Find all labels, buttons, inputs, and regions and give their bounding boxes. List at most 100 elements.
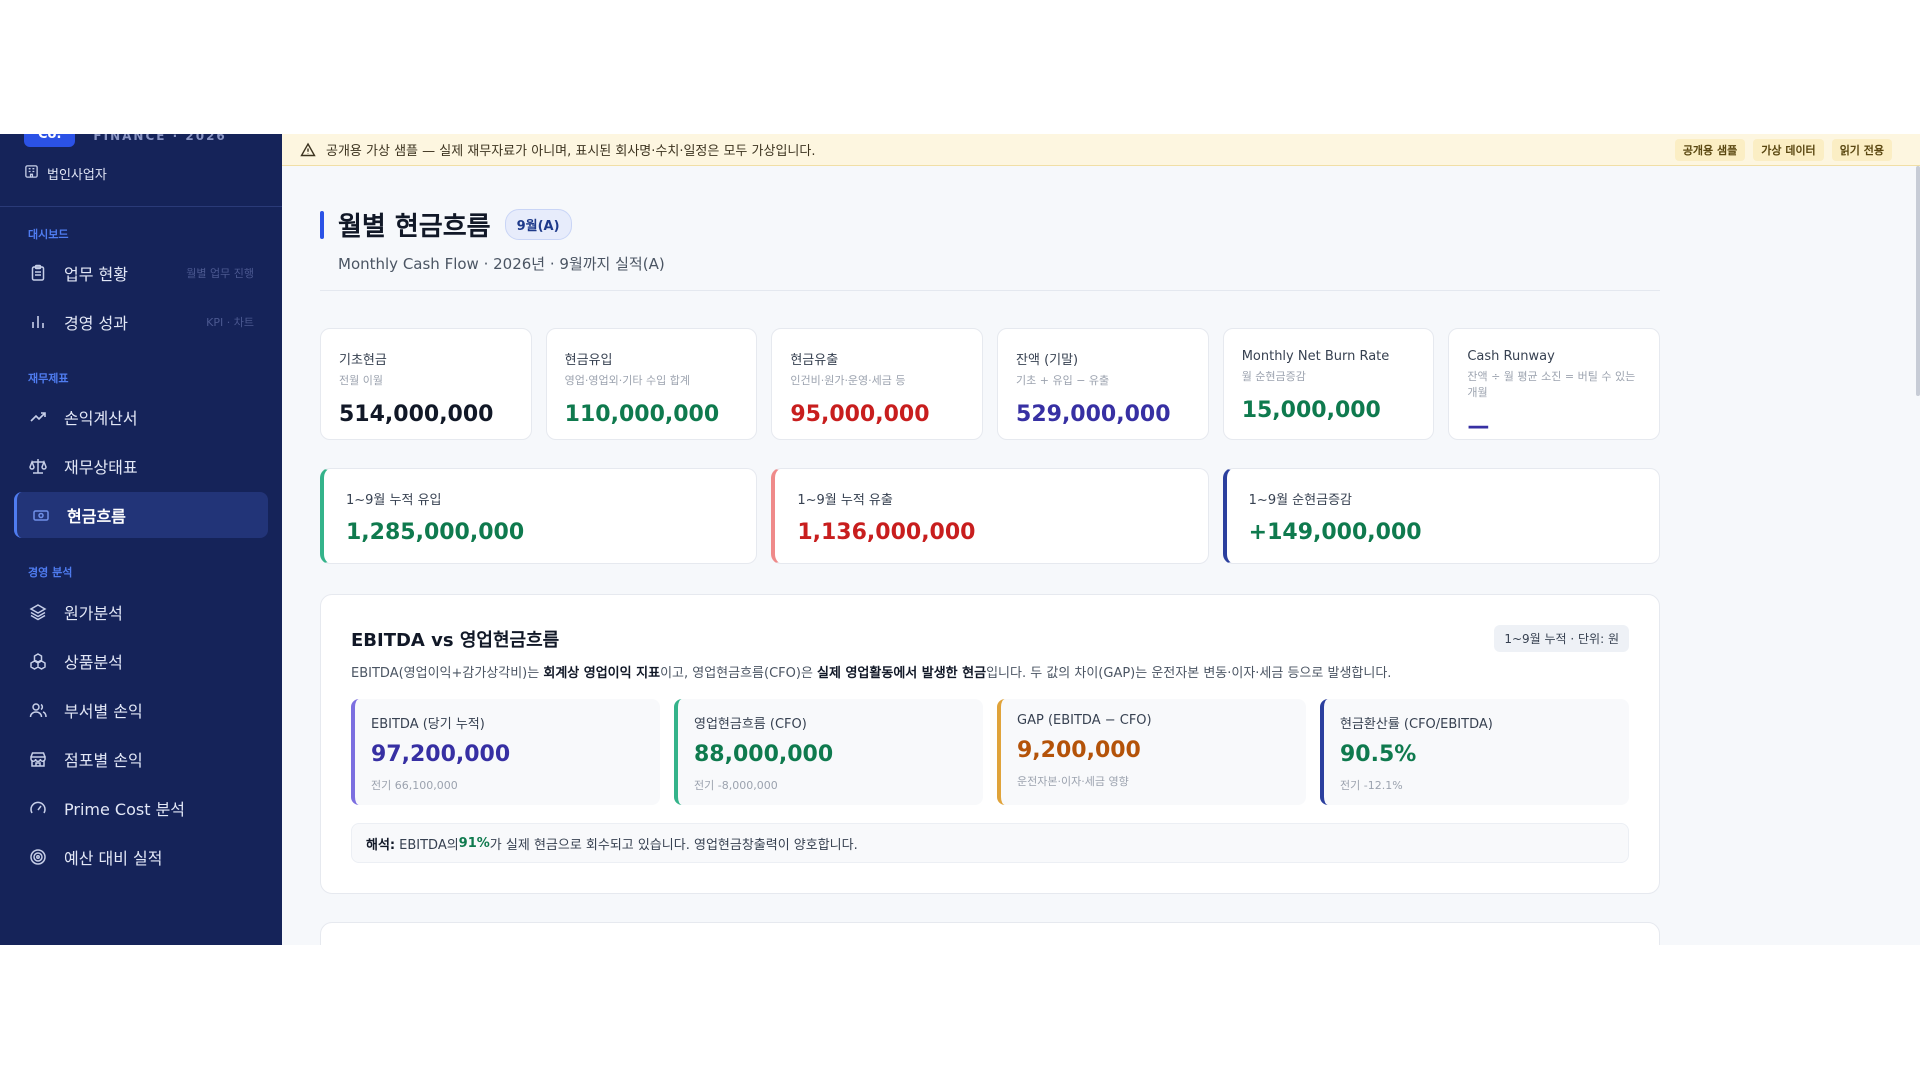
metric-note: 전기 -8,000,000: [694, 779, 778, 792]
kpi-hint: 인건비·원가·운영·세금 등: [790, 374, 906, 387]
panel-description: EBITDA(영업이익+감가상각비)는 회계상 영업이익 지표이고, 영업현금흐…: [351, 666, 1392, 681]
sidebar-item-cost-analysis[interactable]: 원가분석: [14, 589, 268, 635]
entity-type: 법인사업자: [24, 164, 107, 183]
section-statements: 재무제표: [28, 372, 69, 385]
sidebar-item-performance[interactable]: 경영 성과 KPI · 차트: [14, 299, 268, 345]
warning-icon: [300, 142, 316, 158]
sidebar-item-work-status[interactable]: 업무 현황 월별 업무 진행: [14, 250, 268, 296]
cumulative-value: +149,000,000: [1248, 520, 1422, 545]
page-header: 월별 현금흐름 9월(A) Monthly Cash Flow · 2026년 …: [320, 206, 665, 274]
brand-logo[interactable]: Co.: [24, 134, 76, 147]
building-icon: [24, 164, 39, 183]
next-panel: [320, 922, 1660, 945]
target-icon: [28, 847, 48, 867]
notice-tags: 공개용 샘플 가상 데이터 읽기 전용: [1674, 138, 1920, 161]
kpi-hint: 전월 이월: [339, 374, 383, 387]
kpi-card-closing-balance: 잔액 (기말) 기초 + 유입 − 유출 529,000,000: [997, 328, 1209, 440]
trend-up-icon: [28, 407, 48, 427]
metric-card-gap: GAP (EBITDA − CFO) 9,200,000 운전자본·이자·세금 …: [997, 699, 1306, 805]
notice-text: 공개용 가상 샘플 — 실제 재무자료가 아니며, 표시된 회사명·수치·일정은…: [326, 144, 816, 159]
tag-read-only: 읽기 전용: [1831, 138, 1892, 161]
kpi-value: 95,000,000: [790, 402, 930, 427]
sidebar-item-label: 현금흐름: [67, 507, 126, 526]
cumulative-value: 1,136,000,000: [797, 520, 976, 545]
period-unit-badge: 1~9월 누적 · 단위: 원: [1494, 625, 1629, 652]
metric-label: 영업현금흐름 (CFO): [694, 717, 807, 732]
boxes-icon: [28, 651, 48, 671]
kpi-label: Monthly Net Burn Rate: [1241, 349, 1390, 364]
brand: Co. FINANCE · 2026: [24, 134, 227, 147]
kpi-label: 잔액 (기말): [1016, 353, 1079, 368]
cumulative-label: 1~9월 누적 유출: [797, 493, 893, 508]
store-icon: [28, 749, 48, 769]
brand-subtitle: FINANCE · 2026: [93, 134, 227, 143]
sidebar-item-hint: 월별 업무 진행: [186, 267, 254, 280]
sidebar: Co. FINANCE · 2026 법인사업자 대시보드 업무 현황 월별 업…: [0, 134, 282, 945]
section-dashboard: 대시보드: [28, 228, 69, 241]
sidebar-item-label: 상품분석: [64, 653, 123, 672]
kpi-card-cash-runway: Cash Runway 잔액 ÷ 월 평균 소진 = 버틸 수 있는 개월 —: [1448, 328, 1661, 440]
kpi-value: 514,000,000: [339, 402, 494, 427]
kpi-card-cash-outflow: 현금유출 인건비·원가·운영·세금 등 95,000,000: [771, 328, 984, 440]
bar-chart-icon: [28, 312, 48, 332]
metric-value: 88,000,000: [694, 742, 834, 767]
scrollbar[interactable]: [1916, 166, 1920, 396]
kpi-card-cash-inflow: 현금유입 영업·영업외·기타 수입 합계 110,000,000: [545, 328, 758, 440]
sidebar-item-income-statement[interactable]: 손익계산서: [14, 394, 268, 440]
kpi-value: 529,000,000: [1016, 402, 1171, 427]
tag-virtual-data: 가상 데이터: [1753, 138, 1824, 161]
kpi-hint: 영업·영업외·기타 수입 합계: [564, 374, 690, 387]
kpi-label: 현금유입: [564, 353, 613, 368]
header-divider: [320, 290, 1660, 291]
kpi-hint: 잔액 ÷ 월 평균 소진 = 버틸 수 있는 개월: [1467, 370, 1636, 399]
kpi-card-opening-cash: 기초현금 전월 이월 514,000,000: [320, 328, 532, 440]
kpi-label: 현금유출: [790, 353, 839, 368]
interpretation-label: 해석:: [366, 837, 396, 853]
sidebar-item-store-pl[interactable]: 점포별 손익: [14, 736, 268, 782]
app-window: Co. FINANCE · 2026 법인사업자 대시보드 업무 현황 월별 업…: [0, 134, 1920, 945]
sidebar-item-budget-vs-actual[interactable]: 예산 대비 실적: [14, 834, 268, 880]
kpi-card-net-burn-rate: Monthly Net Burn Rate 월 순현금증감 15,000,000: [1222, 328, 1435, 440]
clipboard-icon: [28, 263, 48, 283]
kpi-value: 110,000,000: [564, 402, 720, 427]
cash-icon: [31, 505, 51, 525]
users-icon: [28, 700, 48, 720]
month-selector[interactable]: 9월(A): [504, 209, 572, 240]
kpi-label: Cash Runway: [1467, 349, 1555, 364]
kpi-row: 기초현금 전월 이월 514,000,000 현금유입 영업·영업외·기타 수입…: [320, 328, 1661, 440]
sidebar-item-label: 경영 성과: [64, 314, 128, 333]
gauge-icon: [28, 798, 48, 818]
cumulative-label: 1~9월 순현금증감: [1248, 493, 1352, 508]
sidebar-item-label: 원가분석: [64, 604, 123, 623]
sidebar-item-department-pl[interactable]: 부서별 손익: [14, 687, 268, 733]
main-content: 공개용 가상 샘플 — 실제 재무자료가 아니며, 표시된 회사명·수치·일정은…: [282, 134, 1920, 945]
metric-label: GAP (EBITDA − CFO): [1017, 713, 1152, 728]
metric-label: EBITDA (당기 누적): [371, 717, 485, 732]
sidebar-item-cash-flow[interactable]: 현금흐름: [14, 492, 268, 538]
sidebar-item-balance-sheet[interactable]: 재무상태표: [14, 443, 268, 489]
tag-public-sample: 공개용 샘플: [1674, 138, 1746, 161]
cumulative-row: 1~9월 누적 유입 1,285,000,000 1~9월 누적 유출 1,13…: [320, 468, 1660, 564]
metric-card-cash-conversion: 현금환산률 (CFO/EBITDA) 90.5% 전기 -12.1%: [1320, 699, 1629, 805]
sidebar-item-label: 재무상태표: [64, 458, 138, 477]
kpi-hint: 기초 + 유입 − 유출: [1016, 374, 1110, 387]
ebitda-metric-row: EBITDA (당기 누적) 97,200,000 전기 66,100,000 …: [351, 699, 1629, 805]
sidebar-item-label: 점포별 손익: [64, 751, 143, 770]
sidebar-item-prime-cost[interactable]: Prime Cost 분석: [14, 785, 268, 831]
interpretation-box: 해석: EBITDA의 91% 가 실제 현금으로 회수되고 있습니다. 영업현금…: [351, 823, 1629, 863]
metric-card-ebitda: EBITDA (당기 누적) 97,200,000 전기 66,100,000: [351, 699, 660, 805]
metric-value: 90.5%: [1340, 742, 1417, 767]
cumulative-label: 1~9월 누적 유입: [346, 493, 442, 508]
layers-icon: [28, 602, 48, 622]
metric-card-cfo: 영업현금흐름 (CFO) 88,000,000 전기 -8,000,000: [674, 699, 983, 805]
sidebar-item-product-analysis[interactable]: 상품분석: [14, 638, 268, 684]
scale-icon: [28, 456, 48, 476]
cumulative-outflow-card: 1~9월 누적 유출 1,136,000,000: [771, 468, 1209, 564]
cumulative-net-card: 1~9월 순현금증감 +149,000,000: [1222, 468, 1660, 564]
kpi-label: 기초현금: [339, 353, 387, 368]
sidebar-item-label: 업무 현황: [64, 265, 128, 284]
metric-value: 97,200,000: [371, 742, 511, 767]
title-accent-bar: [320, 210, 324, 239]
sidebar-item-label: Prime Cost 분석: [64, 800, 186, 819]
conversion-percent: 91%: [458, 835, 490, 851]
